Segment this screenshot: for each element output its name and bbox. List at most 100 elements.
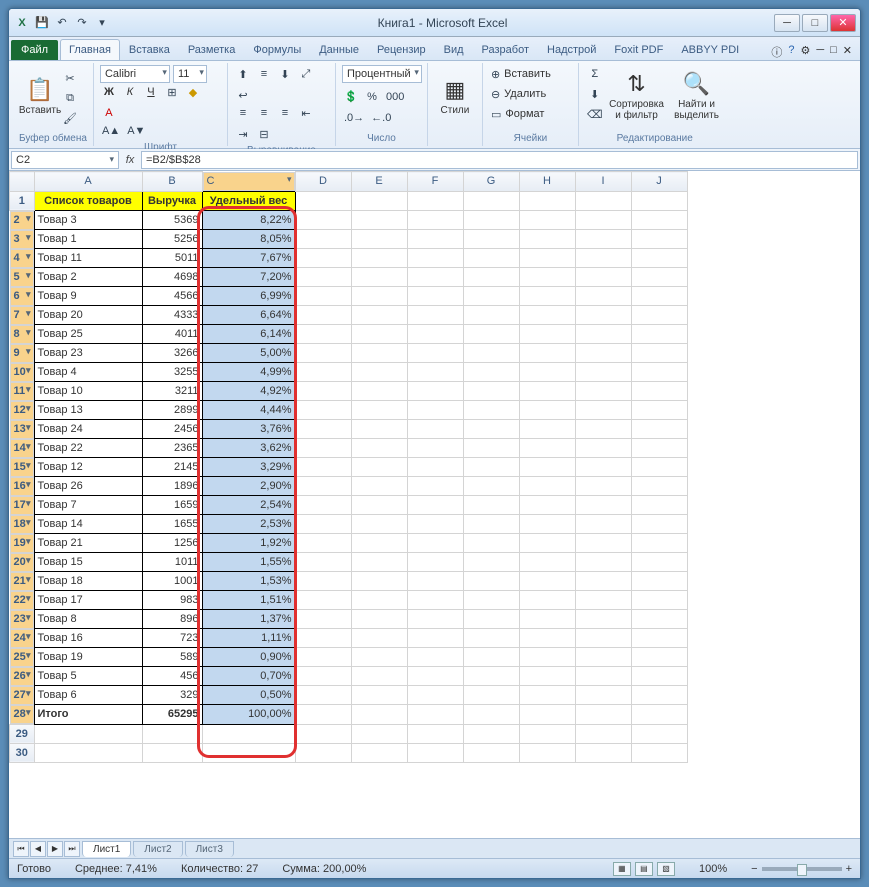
cell[interactable]: 2,53% (202, 515, 295, 534)
cell[interactable]: 3,76% (202, 420, 295, 439)
tab-view[interactable]: Вид (435, 39, 473, 60)
find-button[interactable]: 🔍 Найти и выделить (669, 65, 725, 127)
cell[interactable]: 5369 (142, 210, 202, 230)
first-sheet-icon[interactable]: ⏮ (13, 841, 29, 857)
row-header[interactable]: 16 (10, 477, 34, 496)
cell[interactable]: 3,29% (202, 458, 295, 477)
row-header[interactable]: 21 (10, 572, 34, 591)
row-header[interactable]: 12 (10, 401, 34, 420)
row-header[interactable]: 18 (10, 515, 34, 534)
cell[interactable]: 4,44% (202, 401, 295, 420)
row-header[interactable]: 29 (10, 724, 35, 743)
cell[interactable]: 2456 (142, 420, 202, 439)
cell[interactable]: 1,51% (202, 591, 295, 610)
cell[interactable]: 3,62% (202, 439, 295, 458)
row-header[interactable]: 27 (10, 686, 34, 705)
cell[interactable]: Товар 15 (34, 553, 142, 572)
right-align-icon[interactable]: ≡ (276, 104, 294, 122)
row-header[interactable]: 8 (10, 325, 34, 344)
autosum-icon[interactable]: Σ (585, 65, 605, 83)
cell[interactable]: Товар 7 (34, 496, 142, 515)
cell[interactable]: Товар 6 (34, 686, 142, 705)
row-header[interactable]: 7 (10, 306, 34, 325)
formula-input[interactable] (141, 151, 858, 169)
select-all-corner[interactable] (10, 172, 35, 192)
zoom-out-icon[interactable]: − (751, 863, 757, 875)
sheet-tab-3[interactable]: Лист3 (185, 841, 234, 857)
table-header-cell[interactable]: Удельный вес (202, 191, 295, 210)
cell[interactable]: 983 (142, 591, 202, 610)
row-header[interactable]: 26 (10, 667, 34, 686)
painter-icon[interactable]: 🖌 (61, 109, 79, 127)
cell[interactable]: Товар 4 (34, 363, 142, 382)
cell[interactable]: 5256 (142, 230, 202, 249)
cell[interactable]: 1,11% (202, 629, 295, 648)
cell[interactable]: 2,90% (202, 477, 295, 496)
copy-icon[interactable]: ⧉ (61, 89, 79, 107)
row-header[interactable]: 15 (10, 458, 34, 477)
fill-icon[interactable]: ◆ (184, 83, 202, 101)
cell[interactable]: 3266 (142, 344, 202, 363)
outdent-icon[interactable]: ⇤ (297, 104, 315, 122)
textcolor-icon[interactable]: A (100, 104, 118, 122)
zoom-slider[interactable] (762, 867, 842, 871)
row-header[interactable]: 14 (10, 439, 34, 458)
cell[interactable]: 1655 (142, 515, 202, 534)
maximize-button[interactable]: □ (802, 14, 828, 32)
row-header[interactable]: 30 (10, 743, 35, 762)
size-select[interactable]: 11 (173, 65, 207, 83)
cell[interactable]: 1001 (142, 572, 202, 591)
ribbon-min-icon[interactable]: ⓘ (771, 44, 782, 60)
name-box[interactable]: C2 (11, 151, 119, 169)
row-header[interactable]: 6 (10, 287, 34, 306)
cell[interactable]: 896 (142, 610, 202, 629)
col-header[interactable]: J (631, 172, 687, 192)
cell[interactable]: 5,00% (202, 344, 295, 363)
cell[interactable]: 4333 (142, 306, 202, 325)
row-header[interactable]: 22 (10, 591, 34, 610)
cell[interactable]: Товар 9 (34, 287, 142, 306)
paste-button[interactable]: 📋 Вставить (19, 65, 61, 127)
tab-layout[interactable]: Разметка (179, 39, 245, 60)
col-header[interactable]: H (519, 172, 575, 192)
cell[interactable]: Товар 8 (34, 610, 142, 629)
last-sheet-icon[interactable]: ⏭ (64, 841, 80, 857)
undo-icon[interactable]: ↶ (53, 14, 71, 32)
break-view-icon[interactable]: ▧ (657, 862, 675, 876)
mid-align-icon[interactable]: ≡ (255, 65, 273, 83)
col-header[interactable]: C (203, 172, 295, 191)
cell[interactable]: 6,99% (202, 287, 295, 306)
page-view-icon[interactable]: ▤ (635, 862, 653, 876)
cell[interactable]: Товар 14 (34, 515, 142, 534)
file-tab[interactable]: Файл (11, 40, 58, 60)
cell[interactable]: 1,55% (202, 553, 295, 572)
font-select[interactable]: Calibri (100, 65, 170, 83)
cell[interactable]: 2899 (142, 401, 202, 420)
styles-button[interactable]: ▦ Стили (434, 65, 476, 127)
cell[interactable]: 589 (142, 648, 202, 667)
row-header[interactable]: 4 (10, 249, 34, 268)
left-align-icon[interactable]: ≡ (234, 104, 252, 122)
normal-view-icon[interactable]: ▦ (613, 862, 631, 876)
underline-icon[interactable]: Ч (142, 83, 160, 101)
row-header[interactable]: 5 (10, 268, 34, 287)
row-header[interactable]: 19 (10, 534, 34, 553)
tab-foxit[interactable]: Foxit PDF (605, 39, 672, 60)
cell[interactable]: 3211 (142, 382, 202, 401)
cell[interactable]: 1659 (142, 496, 202, 515)
cell[interactable]: 1,53% (202, 572, 295, 591)
col-header[interactable]: D (295, 172, 351, 192)
center-align-icon[interactable]: ≡ (255, 104, 273, 122)
cell[interactable]: 0,70% (202, 667, 295, 686)
col-header[interactable]: G (463, 172, 519, 192)
cell[interactable]: 65295 (142, 705, 202, 725)
qat-more-icon[interactable]: ▾ (93, 14, 111, 32)
row-header[interactable]: 23 (10, 610, 34, 629)
shrink-icon[interactable]: A▼ (125, 122, 147, 140)
row-header[interactable]: 10 (10, 363, 34, 382)
cell[interactable]: 7,20% (202, 268, 295, 287)
row-header[interactable]: 1 (10, 191, 35, 210)
cell[interactable]: Товар 13 (34, 401, 142, 420)
cell[interactable]: Товар 26 (34, 477, 142, 496)
sort-button[interactable]: ⇅ Сортировка и фильтр (607, 65, 667, 127)
